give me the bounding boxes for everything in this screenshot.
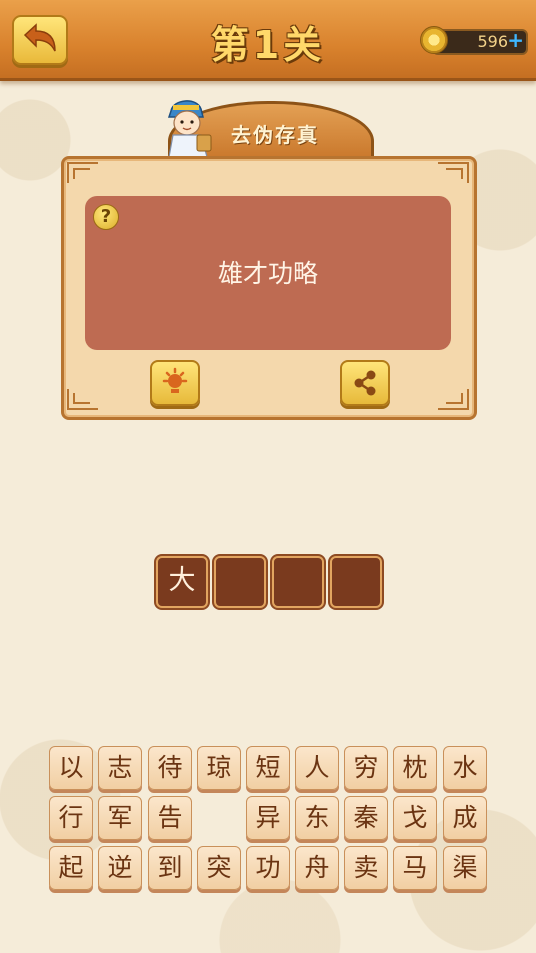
question-mark-icon: ? [93,204,119,230]
letter-tile[interactable]: 琼 [197,746,241,790]
letter-tile[interactable]: 穷 [344,746,388,790]
letter-tile[interactable]: 水 [443,746,487,790]
answer-slot[interactable]: 大 [156,556,208,608]
answer-slot[interactable] [214,556,266,608]
coin-count: 596 [477,32,508,51]
letter-tile[interactable]: 军 [98,796,142,840]
coin-icon [420,26,448,54]
letter-tile[interactable]: 渠 [443,846,487,890]
corner-ornament-icon [438,389,469,410]
letter-tile[interactable]: 人 [295,746,339,790]
hint-button[interactable] [150,360,200,406]
answer-slot[interactable] [330,556,382,608]
letter-tile[interactable]: 志 [98,746,142,790]
letter-tile[interactable]: 逆 [98,846,142,890]
share-icon [354,370,376,396]
top-bar: 第1关 596 + [0,0,536,81]
scholar-mascot-icon [167,100,212,157]
letter-tile[interactable]: 短 [246,746,290,790]
letter-tile[interactable]: 枕 [393,746,437,790]
share-button[interactable] [340,360,390,406]
letter-tile[interactable]: 舟 [295,846,339,890]
letter-tile[interactable]: 告 [148,796,192,840]
letter-tile[interactable]: 到 [148,846,192,890]
corner-ornament-icon [438,162,469,183]
add-coins-icon[interactable]: + [507,28,524,52]
letter-tile[interactable]: 卖 [344,846,388,890]
letter-tile[interactable]: 以 [49,746,93,790]
letter-tile[interactable]: 马 [393,846,437,890]
corner-ornament-icon [67,162,98,183]
letter-tile[interactable]: 行 [49,796,93,840]
letter-tile[interactable]: 秦 [344,796,388,840]
letter-tile[interactable]: 待 [148,746,192,790]
letter-tile[interactable]: 异 [246,796,290,840]
letter-tile[interactable]: 起 [49,846,93,890]
corner-ornament-icon [67,389,98,410]
clue-text: 雄才功略 [217,259,318,288]
letter-tile[interactable]: 成 [443,796,487,840]
answer-slot[interactable] [272,556,324,608]
letter-tile[interactable]: 突 [197,846,241,890]
letter-tile[interactable]: 戈 [393,796,437,840]
lightbulb-icon [162,367,188,393]
category-label: 去伪存真 [231,123,319,147]
letter-tile[interactable]: 功 [246,846,290,890]
letter-tile[interactable]: 东 [295,796,339,840]
